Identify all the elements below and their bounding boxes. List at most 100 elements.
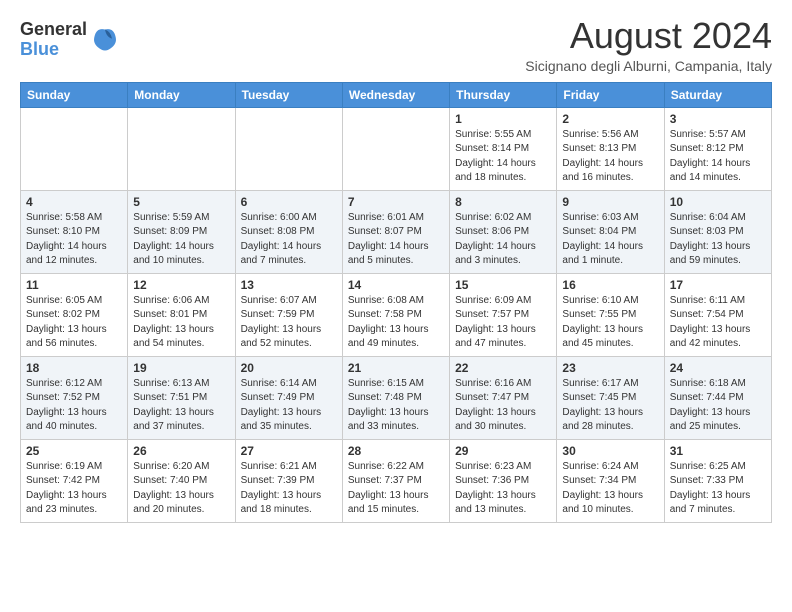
day-number: 12 [133, 278, 229, 292]
calendar-cell: 15 Sunrise: 6:09 AMSunset: 7:57 PMDayligh… [450, 273, 557, 356]
day-header-wednesday: Wednesday [342, 82, 449, 107]
day-info: Sunrise: 6:04 AMSunset: 8:03 PMDaylight:… [670, 211, 766, 269]
day-number: 25 [26, 444, 122, 458]
day-number: 31 [670, 444, 766, 458]
calendar-week-4: 18Sunrise: 6:12 AMSunset: 7:52 PMDayligh… [21, 356, 772, 439]
day-info: Sunrise: 5:57 AMSunset: 8:12 PMDaylight:… [670, 128, 766, 186]
day-number: 1 [455, 112, 551, 126]
day-header-monday: Monday [128, 82, 235, 107]
calendar-cell: 22Sunrise: 6:16 AMSunset: 7:47 PMDayligh… [450, 356, 557, 439]
day-info: Sunrise: 6:02 AMSunset: 8:06 PMDaylight:… [455, 211, 551, 269]
day-info: Sunrise: 6:15 AMSunset: 7:48 PMDaylight:… [348, 377, 444, 435]
calendar-cell: 10 Sunrise: 6:04 AMSunset: 8:03 PMDayligh… [664, 190, 771, 273]
calendar-cell: 13 Sunrise: 6:07 AMSunset: 7:59 PMDayligh… [235, 273, 342, 356]
calendar-cell: 3 Sunrise: 5:57 AMSunset: 8:12 PMDaylight… [664, 107, 771, 190]
day-info: Sunrise: 6:22 AMSunset: 7:37 PMDaylight:… [348, 460, 444, 518]
day-number: 10 [670, 195, 766, 209]
day-info: Sunrise: 6:19 AMSunset: 7:42 PMDaylight:… [26, 460, 122, 518]
day-number: 2 [562, 112, 658, 126]
day-number: 13 [241, 278, 337, 292]
day-info: Sunrise: 6:03 AMSunset: 8:04 PMDaylight:… [562, 211, 658, 269]
day-number: 6 [241, 195, 337, 209]
day-info: Sunrise: 6:21 AMSunset: 7:39 PMDaylight:… [241, 460, 337, 518]
day-info: Sunrise: 6:05 AMSunset: 8:02 PMDaylight:… [26, 294, 122, 352]
calendar-cell: 24 Sunrise: 6:18 AMSunset: 7:44 PMDayligh… [664, 356, 771, 439]
calendar-cell: 25 Sunrise: 6:19 AMSunset: 7:42 PMDayligh… [21, 439, 128, 522]
day-number: 9 [562, 195, 658, 209]
day-header-thursday: Thursday [450, 82, 557, 107]
day-info: Sunrise: 5:56 AMSunset: 8:13 PMDaylight:… [562, 128, 658, 186]
calendar-cell: 31Sunrise: 6:25 AMSunset: 7:33 PMDayligh… [664, 439, 771, 522]
day-number: 29 [455, 444, 551, 458]
calendar-cell: 16 Sunrise: 6:10 AMSunset: 7:55 PMDayligh… [557, 273, 664, 356]
calendar-cell: 9 Sunrise: 6:03 AMSunset: 8:04 PMDaylight… [557, 190, 664, 273]
calendar-cell: 17 Sunrise: 6:11 AMSunset: 7:54 PMDayligh… [664, 273, 771, 356]
day-number: 27 [241, 444, 337, 458]
day-info: Sunrise: 6:13 AMSunset: 7:51 PMDaylight:… [133, 377, 229, 435]
page-header: GeneralBlue August 2024 Sicignano degli … [20, 16, 772, 74]
day-header-saturday: Saturday [664, 82, 771, 107]
day-info: Sunrise: 6:24 AMSunset: 7:34 PMDaylight:… [562, 460, 658, 518]
calendar-cell [128, 107, 235, 190]
calendar-cell: 2 Sunrise: 5:56 AMSunset: 8:13 PMDaylight… [557, 107, 664, 190]
day-number: 3 [670, 112, 766, 126]
day-number: 4 [26, 195, 122, 209]
day-number: 26 [133, 444, 229, 458]
calendar-body: 1 Sunrise: 5:55 AMSunset: 8:14 PMDaylight… [21, 107, 772, 522]
calendar-cell: 6 Sunrise: 6:00 AMSunset: 8:08 PMDaylight… [235, 190, 342, 273]
calendar-cell [342, 107, 449, 190]
day-info: Sunrise: 6:06 AMSunset: 8:01 PMDaylight:… [133, 294, 229, 352]
calendar-cell: 1 Sunrise: 5:55 AMSunset: 8:14 PMDaylight… [450, 107, 557, 190]
day-number: 7 [348, 195, 444, 209]
calendar-cell [21, 107, 128, 190]
logo: GeneralBlue [20, 20, 119, 60]
day-number: 11 [26, 278, 122, 292]
calendar-cell: 26 Sunrise: 6:20 AMSunset: 7:40 PMDayligh… [128, 439, 235, 522]
day-number: 28 [348, 444, 444, 458]
day-number: 8 [455, 195, 551, 209]
day-info: Sunrise: 6:14 AMSunset: 7:49 PMDaylight:… [241, 377, 337, 435]
day-info: Sunrise: 6:09 AMSunset: 7:57 PMDaylight:… [455, 294, 551, 352]
day-info: Sunrise: 6:08 AMSunset: 7:58 PMDaylight:… [348, 294, 444, 352]
day-info: Sunrise: 6:11 AMSunset: 7:54 PMDaylight:… [670, 294, 766, 352]
header-row: SundayMondayTuesdayWednesdayThursdayFrid… [21, 82, 772, 107]
calendar-cell: 21Sunrise: 6:15 AMSunset: 7:48 PMDayligh… [342, 356, 449, 439]
calendar-cell: 30 Sunrise: 6:24 AMSunset: 7:34 PMDayligh… [557, 439, 664, 522]
logo-icon [91, 26, 119, 54]
day-info: Sunrise: 5:55 AMSunset: 8:14 PMDaylight:… [455, 128, 551, 186]
day-number: 14 [348, 278, 444, 292]
calendar-cell: 5 Sunrise: 5:59 AMSunset: 8:09 PMDaylight… [128, 190, 235, 273]
day-info: Sunrise: 6:18 AMSunset: 7:44 PMDaylight:… [670, 377, 766, 435]
day-info: Sunrise: 6:23 AMSunset: 7:36 PMDaylight:… [455, 460, 551, 518]
day-info: Sunrise: 6:17 AMSunset: 7:45 PMDaylight:… [562, 377, 658, 435]
day-number: 15 [455, 278, 551, 292]
day-number: 19 [133, 361, 229, 375]
calendar-cell [235, 107, 342, 190]
month-title: August 2024 [525, 16, 772, 56]
day-number: 16 [562, 278, 658, 292]
day-info: Sunrise: 5:58 AMSunset: 8:10 PMDaylight:… [26, 211, 122, 269]
calendar-cell: 7Sunrise: 6:01 AMSunset: 8:07 PMDaylight… [342, 190, 449, 273]
day-header-sunday: Sunday [21, 82, 128, 107]
day-info: Sunrise: 6:07 AMSunset: 7:59 PMDaylight:… [241, 294, 337, 352]
day-number: 20 [241, 361, 337, 375]
day-number: 24 [670, 361, 766, 375]
calendar-week-5: 25 Sunrise: 6:19 AMSunset: 7:42 PMDayligh… [21, 439, 772, 522]
calendar-cell: 11 Sunrise: 6:05 AMSunset: 8:02 PMDayligh… [21, 273, 128, 356]
calendar-cell: 8 Sunrise: 6:02 AMSunset: 8:06 PMDaylight… [450, 190, 557, 273]
location-subtitle: Sicignano degli Alburni, Campania, Italy [525, 58, 772, 74]
day-number: 22 [455, 361, 551, 375]
day-number: 30 [562, 444, 658, 458]
day-info: Sunrise: 5:59 AMSunset: 8:09 PMDaylight:… [133, 211, 229, 269]
day-header-friday: Friday [557, 82, 664, 107]
calendar-week-2: 4 Sunrise: 5:58 AMSunset: 8:10 PMDaylight… [21, 190, 772, 273]
day-info: Sunrise: 6:10 AMSunset: 7:55 PMDaylight:… [562, 294, 658, 352]
day-number: 17 [670, 278, 766, 292]
day-info: Sunrise: 6:00 AMSunset: 8:08 PMDaylight:… [241, 211, 337, 269]
calendar-cell: 23Sunrise: 6:17 AMSunset: 7:45 PMDayligh… [557, 356, 664, 439]
day-info: Sunrise: 6:20 AMSunset: 7:40 PMDaylight:… [133, 460, 229, 518]
calendar-cell: 28 Sunrise: 6:22 AMSunset: 7:37 PMDayligh… [342, 439, 449, 522]
day-number: 5 [133, 195, 229, 209]
calendar-cell: 29 Sunrise: 6:23 AMSunset: 7:36 PMDayligh… [450, 439, 557, 522]
calendar-cell: 14 Sunrise: 6:08 AMSunset: 7:58 PMDayligh… [342, 273, 449, 356]
